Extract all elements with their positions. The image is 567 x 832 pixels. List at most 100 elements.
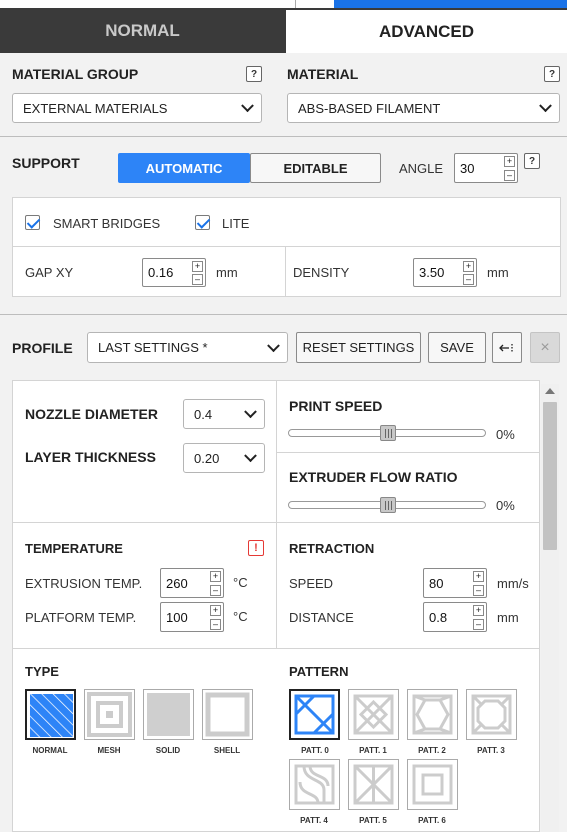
density-stepper[interactable]: 3.50 + – [413,258,477,287]
increment-icon[interactable]: + [473,571,484,582]
decrement-icon[interactable]: – [473,619,484,630]
collapse-button[interactable] [492,332,522,363]
gap-xy-value: 0.16 [148,265,174,280]
scroll-up-icon[interactable] [545,388,555,394]
tab-normal[interactable]: NORMAL [0,8,285,53]
material-select[interactable]: ABS-BASED FILAMENT [287,93,560,123]
type-shell-tile[interactable] [202,689,253,740]
support-label: SUPPORT [12,155,80,171]
type-normal-tile[interactable] [25,689,76,740]
density-value: 3.50 [419,265,445,280]
chevron-down-icon [539,99,552,113]
nozzle-diameter-select[interactable]: 0.4 [183,399,265,429]
pattern-3-tile[interactable] [466,689,517,740]
scrollbar[interactable] [541,384,559,832]
platform-temp-value: 100 [166,609,188,625]
material-group-help-icon[interactable]: ? [246,66,262,82]
divider [0,136,567,137]
pattern-4-tile[interactable] [289,759,340,810]
print-speed-slider-handle[interactable] [380,425,396,441]
decrement-icon[interactable]: – [463,274,474,285]
scrollbar-thumb[interactable] [543,402,557,550]
nozzle-diameter-value: 0.4 [194,406,213,422]
support-automatic-button[interactable]: AUTOMATIC [118,153,250,183]
extruder-flow-ratio-value: 0% [496,498,515,513]
pattern-6-tile[interactable] [407,759,458,810]
arrow-left-icon [499,343,513,352]
pattern-caption: PATT. 4 [300,816,328,825]
pattern-0-tile[interactable] [289,689,340,740]
extruder-flow-ratio-slider-handle[interactable] [380,497,396,513]
increment-icon[interactable]: + [473,605,484,616]
type-mesh-tile[interactable] [84,689,135,740]
nozzle-diameter-label: NOZZLE DIAMETER [25,406,158,422]
material-help-icon[interactable]: ? [544,66,560,82]
solid-fill-icon [147,693,190,736]
profile-select[interactable]: LAST SETTINGS * [87,332,288,363]
divider [12,648,540,649]
pattern-caption: PATT. 2 [418,746,446,755]
pattern-label: PATTERN [289,664,349,679]
increment-icon[interactable]: + [463,261,474,272]
material-group-value: EXTERNAL MATERIALS [23,100,168,116]
pattern-1-tile[interactable] [348,689,399,740]
extrusion-temp-unit: °C [233,575,248,590]
decrement-icon[interactable]: – [504,170,515,181]
decrement-icon[interactable]: – [473,585,484,596]
print-speed-value: 0% [496,427,515,442]
increment-icon[interactable]: + [210,571,221,582]
layer-thickness-value: 0.20 [194,450,220,466]
profile-value: LAST SETTINGS * [98,340,208,355]
platform-temp-stepper[interactable]: 100 + – [160,602,224,632]
material-group-select[interactable]: EXTERNAL MATERIALS [12,93,262,123]
pattern-4-icon [294,764,335,805]
extrusion-temp-stepper[interactable]: 260 + – [160,568,224,598]
tab-advanced[interactable]: ADVANCED [286,10,567,53]
divider [0,314,567,315]
retraction-distance-unit: mm [497,610,519,625]
type-solid-tile[interactable] [143,689,194,740]
divider [12,522,540,523]
top-strip [0,0,567,8]
support-editable-button[interactable]: EDITABLE [250,153,381,183]
pattern-6-icon [412,764,453,805]
decrement-icon[interactable]: – [210,619,221,630]
decrement-icon[interactable]: – [192,274,203,285]
profile-label: PROFILE [12,340,73,356]
warning-icon: ! [248,540,264,556]
retraction-label: RETRACTION [289,541,375,556]
smart-bridges-checkbox[interactable] [25,215,40,230]
increment-icon[interactable]: + [504,156,515,167]
angle-value: 30 [460,160,475,176]
chevron-down-icon [244,449,257,463]
angle-stepper[interactable]: 30 + – [454,153,518,183]
platform-temp-label: PLATFORM TEMP. [25,610,137,625]
pattern-5-tile[interactable] [348,759,399,810]
increment-icon[interactable]: + [210,605,221,616]
save-button[interactable]: SAVE [428,332,486,363]
decrement-icon[interactable]: – [210,585,221,596]
retraction-distance-label: DISTANCE [289,610,354,625]
close-button[interactable]: × [530,332,560,363]
lite-checkbox[interactable] [195,215,210,230]
gap-xy-stepper[interactable]: 0.16 + – [142,258,206,287]
angle-label: ANGLE [399,161,444,176]
retraction-speed-stepper[interactable]: 80 + – [423,568,487,598]
layer-thickness-select[interactable]: 0.20 [183,443,265,473]
extrusion-temp-label: EXTRUSION TEMP. [25,576,143,591]
chevron-down-icon [244,405,257,419]
layer-thickness-label: LAYER THICKNESS [25,449,156,465]
pattern-2-tile[interactable] [407,689,458,740]
increment-icon[interactable]: + [192,261,203,272]
divider [277,452,540,453]
divider [276,380,277,648]
platform-temp-unit: °C [233,609,248,624]
material-group-label: MATERIAL GROUP [12,66,139,82]
smart-bridges-label: SMART BRIDGES [53,216,161,231]
material-label: MATERIAL [287,66,359,82]
retraction-speed-unit: mm/s [497,576,529,591]
retraction-distance-stepper[interactable]: 0.8 + – [423,602,487,632]
support-help-icon[interactable]: ? [524,153,540,169]
type-caption: SOLID [155,746,181,755]
reset-settings-button[interactable]: RESET SETTINGS [296,332,421,363]
